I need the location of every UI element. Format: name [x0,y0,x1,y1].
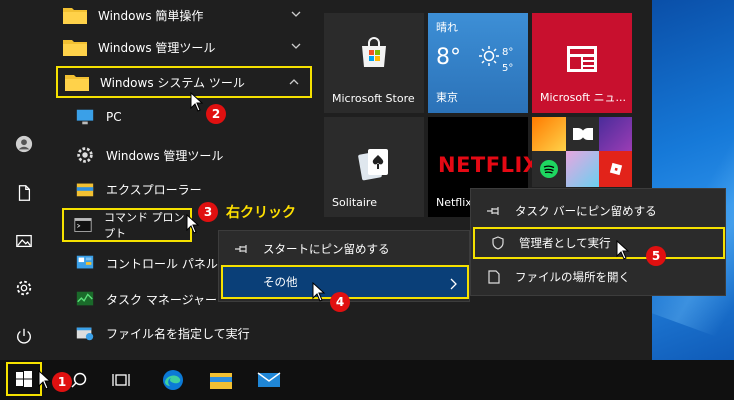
app-label: ファイル名を指定して実行 [106,326,250,341]
app-label: PC [106,110,122,124]
weather-city: 東京 [436,91,458,104]
mail-icon[interactable] [252,364,286,396]
weather-condition: 晴れ [436,21,458,34]
dolby-icon [566,117,599,151]
tile-label: Solitaire [332,196,377,209]
weather-low: 5° [502,63,514,74]
document-icon [485,270,503,284]
task-manager-icon [74,288,96,310]
tile-label: Microsoft ニュ... [540,91,627,104]
task-view-icon[interactable] [104,364,138,396]
app-label: コマンド プロンプト [104,211,185,240]
tile-label: Microsoft Store [332,92,415,105]
folder-windows-ease-of-access[interactable]: Windows 簡単操作 [56,0,312,30]
pictures-icon[interactable] [12,229,36,253]
tile-solitaire[interactable]: Solitaire [324,117,424,217]
tile-weather[interactable]: 晴れ 8° 8° 5° 東京 [428,13,528,113]
app-label: タスク マネージャー [106,292,217,307]
chevron-right-icon [450,278,457,290]
menu-item-label: スタートにピン留めする [263,242,390,256]
command-prompt-icon [72,214,94,236]
step-badge-1: 1 [52,372,72,392]
app-pc[interactable]: PC [56,102,312,132]
menu-item-open-file-location[interactable]: ファイルの場所を開く [471,261,725,293]
desktop-wallpaper [652,0,734,360]
file-explorer-taskbar-icon[interactable] [204,364,238,396]
app-label: Windows 管理ツール [106,148,224,163]
weather-temp: 8° [436,45,461,70]
mouse-cursor-icon [312,282,326,302]
spotify-icon [532,151,566,187]
mouse-cursor-icon [38,370,52,390]
folder-windows-system-tools[interactable]: Windows システム ツール [56,66,312,98]
app-label: コントロール パネル [106,256,218,271]
settings-gear-icon[interactable] [12,276,36,300]
admin-tools-gear-icon [74,144,96,166]
folder-label: Windows 管理ツール [98,40,216,55]
user-icon[interactable] [12,132,36,156]
app-command-prompt[interactable]: コマンド プロンプト [62,208,192,242]
step-badge-5: 5 [646,246,666,266]
roblox-icon [599,151,632,187]
sun-icon [479,46,499,66]
mouse-cursor-icon [186,214,200,234]
solitaire-cards-icon [358,149,388,181]
app-file-explorer[interactable]: エクスプローラー [56,174,312,204]
pin-icon [485,204,503,218]
start-button[interactable] [6,362,42,396]
netflix-logo: NETFLIX [438,153,540,177]
mouse-cursor-icon [616,240,630,260]
right-click-annotation: 右クリック [226,205,296,221]
start-rail [0,0,48,360]
mouse-cursor-icon [190,92,204,112]
context-menu-primary: スタートにピン留めする その他 [218,230,470,302]
game-tile-icon [599,117,632,151]
menu-item-label: タスク バーにピン留めする [515,204,657,218]
step-badge-3: 3 [198,202,218,222]
weather-high: 8° [502,47,514,58]
folder-label: Windows システム ツール [100,75,245,90]
pin-icon [233,242,251,256]
news-icon [567,46,597,72]
chevron-down-icon [291,43,301,49]
step-badge-2: 2 [206,104,226,124]
run-icon [74,322,96,344]
app-windows-admin-tools[interactable]: Windows 管理ツール [56,140,312,170]
app-run[interactable]: ファイル名を指定して実行 [56,318,312,348]
menu-item-run-as-admin[interactable]: 管理者として実行 [473,227,725,259]
candy-crush-tile-icon [532,117,566,151]
shield-icon [489,236,507,250]
tile-label: Netflix [436,196,472,209]
menu-item-label: ファイルの場所を開く [515,270,630,284]
candy-crush-friends-icon [566,151,599,187]
context-menu-more: タスク バーにピン留めする 管理者として実行 ファイルの場所を開く [470,188,726,296]
menu-item-label: その他 [263,275,298,289]
folder-icon [63,40,87,56]
menu-item-pin-to-start[interactable]: スタートにピン留めする [219,233,469,265]
power-icon[interactable] [12,324,36,348]
chevron-up-icon [289,79,299,85]
folder-icon [63,8,87,24]
folder-icon [65,75,89,91]
menu-item-pin-to-taskbar[interactable]: タスク バーにピン留めする [471,195,725,227]
windows-logo-icon [16,371,32,387]
tile-microsoft-news[interactable]: Microsoft ニュ... [532,13,632,113]
control-panel-icon [74,252,96,274]
app-label: エクスプローラー [106,182,202,197]
tile-microsoft-store[interactable]: Microsoft Store [324,13,424,113]
edge-browser-icon[interactable] [156,364,190,396]
file-explorer-icon [74,178,96,200]
tile-group-games[interactable] [532,117,632,187]
microsoft-store-icon [362,37,386,67]
menu-item-label: 管理者として実行 [519,236,611,250]
folder-label: Windows 簡単操作 [98,8,204,23]
chevron-down-icon [291,11,301,17]
pc-monitor-icon [74,106,96,128]
step-badge-4: 4 [330,292,350,312]
documents-icon[interactable] [12,181,36,205]
folder-windows-admin-tools[interactable]: Windows 管理ツール [56,32,312,62]
